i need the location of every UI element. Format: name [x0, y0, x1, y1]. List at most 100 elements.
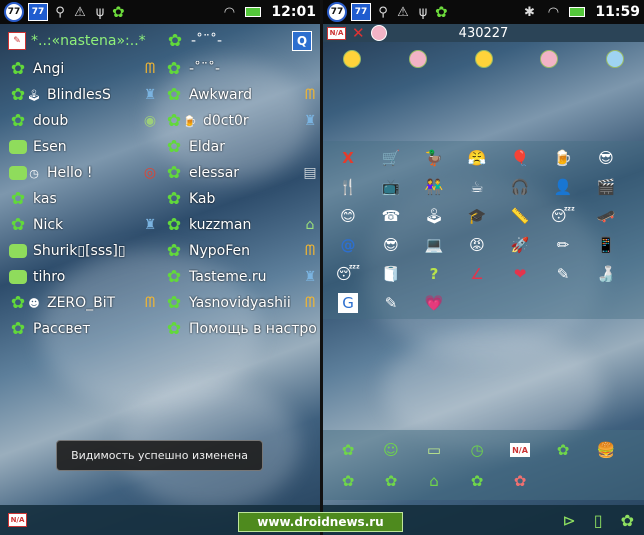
contact-item[interactable]: ◷ Hello ! ◎: [8, 160, 160, 186]
contact-name: Esen: [33, 139, 67, 155]
contact-item[interactable]: ✿ -˚¨˚-: [165, 31, 222, 51]
status-evil-icon[interactable]: ✿: [331, 467, 365, 495]
xstatus-icon[interactable]: X: [331, 144, 365, 172]
contact-item[interactable]: ✿ Nick ♜: [8, 212, 160, 238]
icq-flower-icon[interactable]: ✿: [621, 511, 634, 530]
private-status-face-4-icon[interactable]: [540, 50, 559, 68]
xstatus-icon[interactable]: 🧻: [374, 260, 408, 288]
xstatus-icon[interactable]: ☕: [460, 173, 494, 201]
contact-item[interactable]: ✿ Рассвет: [8, 316, 160, 342]
xstatus-icon[interactable]: 🛒: [374, 144, 408, 172]
chat-bubble-icon: [9, 166, 27, 180]
contact-item[interactable]: ✿ elessar ▤: [164, 160, 320, 186]
xstatus-icon[interactable]: 📺: [374, 173, 408, 201]
contact-item[interactable]: ✿ Yasnovidyashii ᗰ: [164, 290, 320, 316]
status-depressed-icon[interactable]: ✿: [374, 467, 408, 495]
xstatus-icon[interactable]: 🎬: [589, 173, 623, 201]
xstatus-icon[interactable]: ∠: [460, 260, 494, 288]
warning-icon: ⚠: [74, 4, 86, 20]
contact-item[interactable]: ✿ 🍺 d0ct0r ♜: [164, 108, 320, 134]
private-status-face-1-icon[interactable]: [343, 50, 361, 68]
contact-item[interactable]: ✿ Eldar: [164, 134, 320, 160]
icq-flower-online-icon: ✿: [10, 111, 26, 131]
xstatus-icon[interactable]: 😴: [331, 260, 365, 288]
contact-item[interactable]: Esen: [8, 134, 160, 160]
status-dnd-icon[interactable]: ◷: [460, 436, 494, 464]
contact-item[interactable]: ✿ Помощь в настро: [164, 316, 320, 342]
xstatus-icon[interactable]: 👤: [546, 173, 580, 201]
xstatus-icon[interactable]: 🍺: [546, 144, 580, 172]
chat-bubble-icon: [9, 244, 27, 258]
xstatus-icon[interactable]: 🍴: [331, 173, 365, 201]
xstatus-icon[interactable]: 🦆: [417, 144, 451, 172]
status-free-for-chat-icon[interactable]: ☺: [374, 436, 408, 464]
xstatus-icon[interactable]: ✏: [546, 231, 580, 259]
status-offline-icon[interactable]: ✿: [503, 467, 537, 495]
status-online-icon[interactable]: ✿: [331, 436, 365, 464]
private-status-face-5-icon[interactable]: [606, 50, 624, 68]
usb-debug-icon: ψ: [95, 4, 105, 20]
contact-item[interactable]: Shurik▯[sss]▯: [8, 238, 160, 264]
client-ph-icon: ♜: [303, 113, 317, 129]
notification-badge: 77: [327, 2, 347, 22]
private-status-face-2-icon[interactable]: [408, 50, 427, 68]
contact-item[interactable]: ✿ ☻ ZERO_BiT ᗰ: [8, 290, 160, 316]
contact-item[interactable]: ✿ kuzzman ⌂: [164, 212, 320, 238]
xstatus-icon[interactable]: 😤: [460, 144, 494, 172]
notification-square-badge: 77: [351, 3, 371, 21]
usb-icon: ⚲: [378, 4, 388, 20]
private-status-face-3-icon[interactable]: [474, 50, 493, 68]
status-work-icon[interactable]: ✿: [460, 467, 494, 495]
xstatus-icon[interactable]: 🛹: [589, 202, 623, 230]
status-lunch-icon[interactable]: 🍔: [589, 436, 623, 464]
contact-item[interactable]: ✿ Awkward ᗰ: [164, 82, 320, 108]
contact-item[interactable]: ✿ doub ◉: [8, 108, 160, 134]
xstatus-icon[interactable]: 🎓: [460, 202, 494, 230]
status-invisible-icon[interactable]: ✿: [546, 436, 580, 464]
xstatus-icon[interactable]: 📱: [589, 231, 623, 259]
q-button[interactable]: Q: [292, 31, 312, 51]
xstatus-icon[interactable]: ☎: [374, 202, 408, 230]
xstatus-icon[interactable]: ?: [417, 260, 451, 288]
clock: 12:01: [271, 4, 316, 20]
status-grid: ✿ ☺ ▭ ◷ N/A ✿ 🍔 ✿ ✿ ⌂ ✿ ✿: [323, 430, 644, 500]
client-phone-icon: ▤: [303, 165, 317, 181]
icq-flower-icon: ✿: [435, 3, 448, 21]
signal-icon[interactable]: ⊳: [562, 511, 575, 530]
xstatus-icon[interactable]: 😡: [460, 231, 494, 259]
xstatus-icon[interactable]: 😊: [331, 202, 365, 230]
contact-item[interactable]: ✿ -˚¨˚-: [164, 56, 320, 82]
xstatus-icon[interactable]: 🎧: [503, 173, 537, 201]
contact-item[interactable]: ✿ Tasteme.ru ♜: [164, 264, 320, 290]
contact-item[interactable]: ✿ 🕹 BlindlesS ♜: [8, 82, 160, 108]
contact-item[interactable]: ✿ Angi ᗰ: [8, 56, 160, 82]
xstatus-icon[interactable]: 👫: [417, 173, 451, 201]
xstatus-icon[interactable]: 📏: [503, 202, 537, 230]
self-status-icon[interactable]: ✎: [8, 32, 26, 50]
contact-item[interactable]: ✿ Kab: [164, 186, 320, 212]
xstatus-icon[interactable]: ✎: [374, 289, 408, 317]
xstatus-icon[interactable]: 💗: [417, 289, 451, 317]
xstatus-icon[interactable]: @: [331, 231, 365, 259]
status-away-icon[interactable]: ▭: [417, 436, 451, 464]
xstatus-icon[interactable]: ❤: [503, 260, 537, 288]
xstatus-icon[interactable]: 😎: [374, 231, 408, 259]
self-nickname[interactable]: *..:«nastena»:..*: [31, 33, 146, 49]
xstatus-icon[interactable]: 🚀: [503, 231, 537, 259]
status-home-icon[interactable]: ⌂: [417, 467, 451, 495]
status-na-icon[interactable]: N/A: [510, 443, 530, 457]
xstatus-icon[interactable]: 🕹: [417, 202, 451, 230]
phone-icon[interactable]: ▯: [594, 511, 603, 530]
xstatus-icon[interactable]: ✎: [546, 260, 580, 288]
xstatus-icon[interactable]: 🍶: [589, 260, 623, 288]
contact-item[interactable]: ✿ NypoFen ᗰ: [164, 238, 320, 264]
client-mm-icon: ᗰ: [304, 87, 316, 103]
xstatus-icon[interactable]: 💻: [417, 231, 451, 259]
xstatus-icon[interactable]: 😎: [589, 144, 623, 172]
xstatus-icon[interactable]: 🎈: [503, 144, 537, 172]
xstatus-icon[interactable]: G: [338, 293, 358, 313]
xstatus-icon[interactable]: 😴: [546, 202, 580, 230]
status-na-button[interactable]: N/A: [8, 513, 27, 527]
contact-item[interactable]: tihro: [8, 264, 160, 290]
contact-item[interactable]: ✿ kas: [8, 186, 160, 212]
